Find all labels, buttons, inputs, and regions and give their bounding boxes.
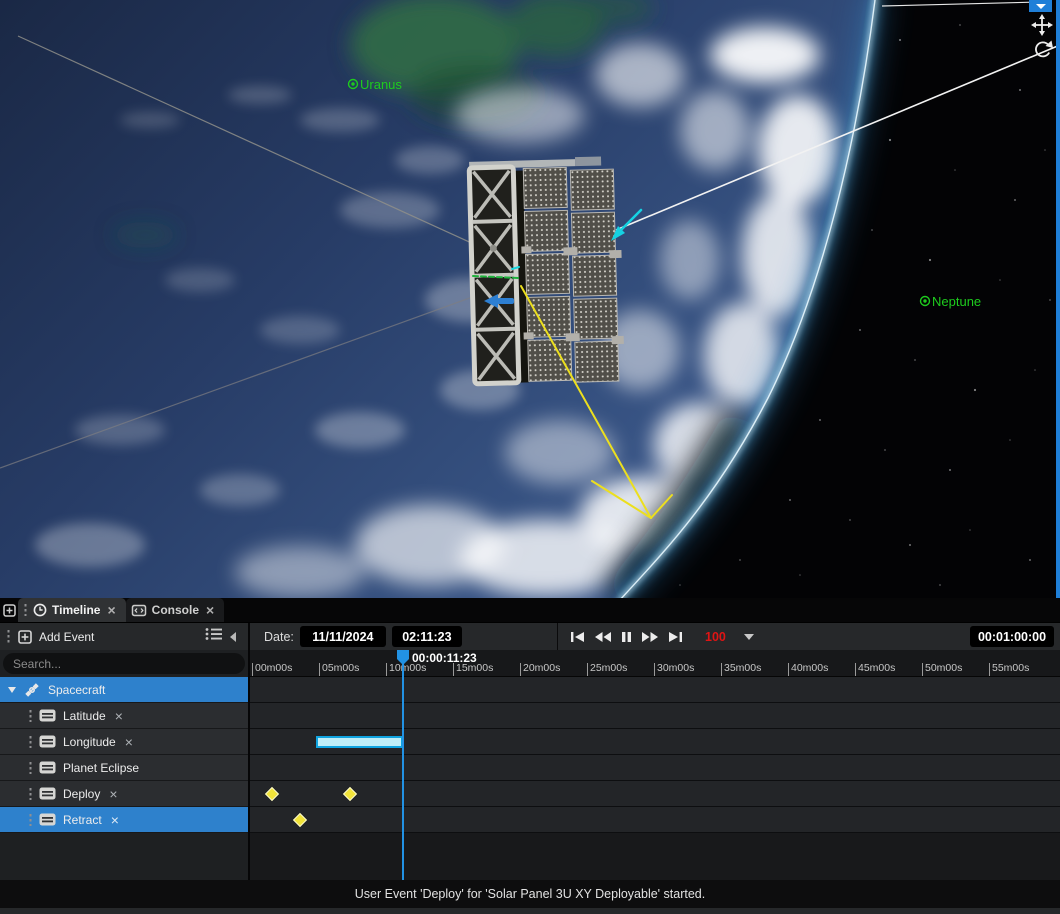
playhead-marker[interactable] (397, 650, 409, 659)
collapse-left-icon[interactable] (230, 632, 236, 642)
track-row-longitude[interactable]: Longitude × (0, 729, 248, 755)
track-label: Longitude (63, 735, 116, 749)
expand-caret-icon[interactable] (8, 687, 16, 693)
track-list-column: Spacecraft Latitude × Longitude × Planet Ecli… (0, 650, 250, 880)
timeline-ruler[interactable]: 00m00s05m00s10m00s15m00s20m00s25m00s30m0… (250, 650, 1060, 677)
drag-grip-icon (28, 787, 33, 801)
drag-grip-icon (28, 709, 33, 723)
pause-button[interactable] (620, 631, 633, 643)
add-event-plus-icon[interactable] (18, 630, 32, 644)
bottom-strip (0, 908, 1060, 914)
speed-dropdown-icon[interactable] (744, 634, 754, 640)
plus-box-icon (3, 604, 16, 617)
track-row-spacecraft[interactable]: Spacecraft (0, 677, 248, 703)
playhead-line[interactable] (402, 659, 404, 880)
skip-to-start-button[interactable] (570, 631, 586, 643)
viewport-3d[interactable]: Uranus Neptune (0, 0, 1060, 598)
svg-text:Neptune: Neptune (932, 294, 981, 309)
track-row-latitude[interactable]: Latitude × (0, 703, 248, 729)
list-view-icon[interactable] (205, 627, 223, 646)
close-icon[interactable]: × (105, 603, 117, 617)
track-icon (39, 787, 56, 800)
track-icon (39, 813, 56, 826)
timeline-body: Spacecraft Latitude × Longitude × Planet Ecli… (0, 650, 1060, 880)
fast-forward-button[interactable] (641, 631, 659, 643)
track-lane-longitude[interactable] (250, 729, 1060, 755)
status-message: User Event 'Deploy' for 'Solar Panel 3U … (355, 887, 705, 901)
drag-grip-icon (28, 761, 33, 775)
timeline-lanes (250, 677, 1060, 833)
timeline-toolbar: Add Event Date: 11/11/2024 02:11:23 (0, 622, 1060, 650)
playback-speed-value[interactable]: 100 (705, 630, 726, 644)
track-lane-retract[interactable] (250, 807, 1060, 833)
track-icon (39, 735, 56, 748)
add-panel-button[interactable] (0, 598, 18, 622)
satellite-icon (23, 682, 41, 698)
spacecraft-model[interactable] (469, 156, 625, 385)
date-label: Date: (264, 630, 294, 644)
drag-grip-icon (28, 813, 33, 827)
track-list: Spacecraft Latitude × Longitude × Planet Ecli… (0, 677, 248, 833)
skip-to-end-button[interactable] (667, 631, 683, 643)
range-bar[interactable] (316, 736, 403, 748)
keyframe-marker[interactable] (265, 787, 279, 801)
duration-input[interactable]: 00:01:00:00 (970, 626, 1054, 647)
timeline-lanes-column: 00m00s05m00s10m00s15m00s20m00s25m00s30m0… (250, 650, 1060, 880)
close-icon[interactable]: × (125, 734, 133, 750)
search-input[interactable] (3, 653, 245, 674)
track-icon (39, 709, 56, 722)
track-lane-latitude[interactable] (250, 703, 1060, 729)
drag-grip-icon (28, 735, 33, 749)
track-label: Planet Eclipse (63, 761, 139, 775)
tab-label: Timeline (52, 603, 100, 617)
keyframe-marker[interactable] (293, 813, 307, 827)
track-lane-spacecraft[interactable] (250, 677, 1060, 703)
drag-grip-icon (6, 629, 11, 645)
close-icon[interactable]: × (111, 812, 119, 828)
panel-tab-bar: Timeline × Console × (0, 598, 1060, 622)
playhead-time-label: 00:00:11:23 (412, 651, 477, 665)
close-icon[interactable]: × (115, 708, 123, 724)
date-input[interactable]: 11/11/2024 (300, 626, 386, 647)
track-label: Deploy (63, 787, 100, 801)
track-lane-deploy[interactable] (250, 781, 1060, 807)
time-input[interactable]: 02:11:23 (392, 626, 462, 647)
add-event-button[interactable]: Add Event (39, 630, 94, 644)
status-bar: User Event 'Deploy' for 'Solar Panel 3U … (0, 880, 1060, 908)
close-icon[interactable]: × (204, 603, 216, 617)
drag-grip-icon (23, 603, 28, 617)
viewport-collapse-button[interactable] (1029, 0, 1052, 12)
tab-timeline[interactable]: Timeline × (18, 598, 126, 622)
date-section: Date: 11/11/2024 02:11:23 (252, 623, 558, 650)
svg-text:Uranus: Uranus (360, 77, 402, 92)
code-icon (131, 604, 147, 617)
track-icon (39, 761, 56, 774)
tab-console[interactable]: Console × (126, 598, 225, 622)
timeline-panel: Timeline × Console × Add Event (0, 598, 1060, 914)
playback-controls: 100 (560, 623, 754, 650)
track-label: Spacecraft (48, 683, 105, 697)
close-icon[interactable]: × (109, 786, 117, 802)
track-label: Latitude (63, 709, 106, 723)
track-row-deploy[interactable]: Deploy × (0, 781, 248, 807)
track-label: Retract (63, 813, 102, 827)
track-lane-planet-eclipse[interactable] (250, 755, 1060, 781)
clock-icon (33, 603, 47, 617)
rewind-button[interactable] (594, 631, 612, 643)
track-row-retract[interactable]: Retract × (0, 807, 248, 833)
keyframe-marker[interactable] (343, 787, 357, 801)
track-row-planet-eclipse[interactable]: Planet Eclipse (0, 755, 248, 781)
tab-label: Console (152, 603, 199, 617)
add-event-section: Add Event (0, 623, 250, 650)
viewport-right-border (1056, 0, 1060, 598)
